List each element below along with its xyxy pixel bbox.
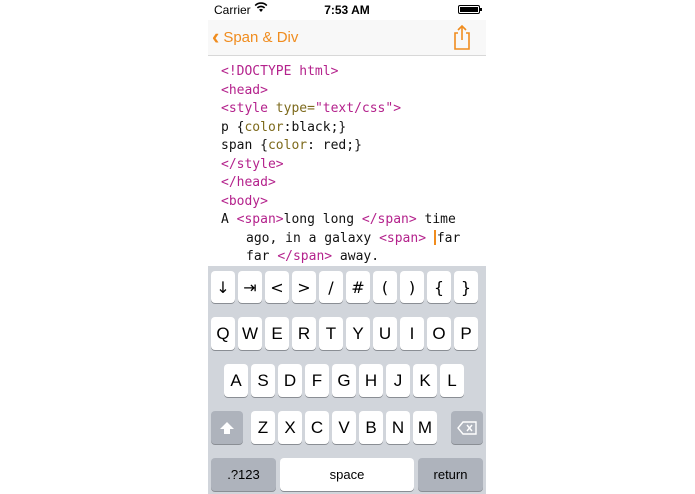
key-greater-than[interactable]: > [292, 271, 316, 303]
share-icon[interactable] [452, 23, 472, 51]
back-button[interactable]: ‹ Span & Div [212, 25, 298, 49]
code-token: <span> [236, 212, 284, 227]
code-line: ago, in a galaxy <span> far [246, 229, 460, 248]
key-g[interactable]: G [332, 364, 356, 397]
key-brace-close[interactable]: } [454, 271, 478, 303]
key-slash[interactable]: / [319, 271, 343, 303]
key-s[interactable]: S [251, 364, 275, 397]
code-token: color [267, 138, 308, 153]
key-r[interactable]: R [292, 317, 316, 350]
code-line: A <span>long long </span> time [221, 210, 456, 229]
back-button-label: Span & Div [223, 28, 299, 46]
phone-screen: Carrier 7:53 AM ‹ Span & Div <!DOCTYPE h… [208, 0, 486, 494]
key-d[interactable]: D [278, 364, 302, 397]
chevron-left-icon: ‹ [212, 24, 220, 49]
code-token: ago, in a galaxy [246, 231, 380, 246]
shift-key[interactable] [211, 411, 243, 444]
key-tab[interactable]: ⇥ [238, 271, 262, 303]
key-arrow-down[interactable]: ↓ [211, 271, 235, 303]
key-z[interactable]: Z [251, 411, 275, 444]
code-token: </span> [277, 249, 333, 264]
text-cursor [433, 230, 436, 245]
battery-icon [458, 5, 482, 14]
delete-icon [457, 420, 477, 435]
code-token: "text/css"> [314, 101, 402, 116]
code-token: p { [221, 120, 245, 135]
key-paren-close[interactable]: ) [400, 271, 424, 303]
code-line: p {color:black;} [221, 118, 346, 137]
key-a[interactable]: A [224, 364, 248, 397]
key-j[interactable]: J [386, 364, 410, 397]
code-token: long long [283, 212, 362, 227]
code-line: span {color: red;} [221, 136, 362, 155]
space-key[interactable]: space [280, 458, 414, 491]
status-bar: Carrier 7:53 AM [208, 0, 486, 20]
shift-icon [220, 421, 234, 434]
code-editor[interactable]: <!DOCTYPE html> <head> <style type="text… [208, 56, 486, 266]
code-token: </span> [361, 212, 417, 227]
code-token: far [436, 231, 461, 246]
code-token: <style [221, 101, 276, 116]
code-line: far </span> away. [246, 247, 379, 266]
code-token: far [246, 249, 278, 264]
code-token: span { [221, 138, 268, 153]
code-token: <!DOCTYPE html> [221, 64, 339, 79]
clock-time: 7:53 AM [324, 3, 370, 17]
key-q[interactable]: Q [211, 317, 235, 350]
code-line: <body> [221, 192, 268, 211]
key-c[interactable]: C [305, 411, 329, 444]
code-token: <body> [221, 194, 268, 209]
key-hash[interactable]: # [346, 271, 370, 303]
code-token: :black;} [283, 120, 347, 135]
code-token: <span> [379, 231, 427, 246]
code-token: away. [332, 249, 380, 264]
code-token: A [221, 212, 237, 227]
key-h[interactable]: H [359, 364, 383, 397]
key-m[interactable]: M [413, 411, 437, 444]
code-token: <head> [221, 83, 268, 98]
keyboard: ↓ ⇥ < > / # ( ) { } Q W E R T Y U I O P … [208, 266, 486, 494]
code-line: </style> [221, 155, 284, 174]
code-token: </head> [221, 175, 276, 190]
key-x[interactable]: X [278, 411, 302, 444]
code-token: type= [275, 101, 315, 116]
key-y[interactable]: Y [346, 317, 370, 350]
key-u[interactable]: U [373, 317, 397, 350]
key-n[interactable]: N [386, 411, 410, 444]
delete-key[interactable] [451, 411, 483, 444]
code-token: color [244, 120, 284, 135]
navigation-bar: ‹ Span & Div [208, 20, 486, 56]
key-k[interactable]: K [413, 364, 437, 397]
key-w[interactable]: W [238, 317, 262, 350]
code-token: time [416, 212, 456, 227]
code-line: </head> [221, 173, 276, 192]
key-paren-open[interactable]: ( [373, 271, 397, 303]
key-v[interactable]: V [332, 411, 356, 444]
numbers-key[interactable]: .?123 [211, 458, 276, 491]
key-e[interactable]: E [265, 317, 289, 350]
key-b[interactable]: B [359, 411, 383, 444]
key-brace-open[interactable]: { [427, 271, 451, 303]
code-line: <!DOCTYPE html> [221, 62, 338, 81]
return-key[interactable]: return [418, 458, 483, 491]
code-token: </style> [221, 157, 284, 172]
key-p[interactable]: P [454, 317, 478, 350]
code-token: : red;} [307, 138, 362, 153]
key-l[interactable]: L [440, 364, 464, 397]
code-line: <head> [221, 81, 268, 100]
key-i[interactable]: I [400, 317, 424, 350]
key-o[interactable]: O [427, 317, 451, 350]
key-less-than[interactable]: < [265, 271, 289, 303]
key-t[interactable]: T [319, 317, 343, 350]
code-line: <style type="text/css"> [221, 99, 401, 118]
key-f[interactable]: F [305, 364, 329, 397]
